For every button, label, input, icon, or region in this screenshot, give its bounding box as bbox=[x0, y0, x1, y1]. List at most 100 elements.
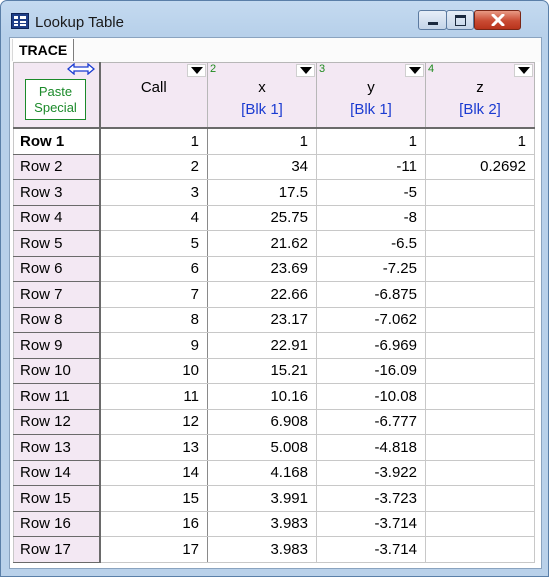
z-cell[interactable] bbox=[425, 485, 535, 512]
call-cell[interactable]: 3 bbox=[99, 179, 208, 206]
y-cell[interactable]: -4.818 bbox=[316, 434, 426, 461]
row-label[interactable]: Row 10 bbox=[13, 357, 101, 384]
z-cell[interactable] bbox=[425, 434, 535, 461]
x-cell[interactable]: 5.008 bbox=[207, 434, 317, 461]
x-cell[interactable]: 4.168 bbox=[207, 459, 317, 486]
x-cell[interactable]: 1 bbox=[207, 127, 317, 155]
y-cell[interactable]: -16.09 bbox=[316, 357, 426, 384]
row-label[interactable]: Row 11 bbox=[13, 383, 101, 410]
row-label[interactable]: Row 1 bbox=[13, 127, 101, 155]
y-cell[interactable]: -7.25 bbox=[316, 255, 426, 282]
y-cell[interactable]: -3.922 bbox=[316, 459, 426, 486]
row-label[interactable]: Row 6 bbox=[13, 255, 101, 282]
row-label[interactable]: Row 14 bbox=[13, 459, 101, 486]
z-cell[interactable] bbox=[425, 255, 535, 282]
call-cell[interactable]: 11 bbox=[99, 383, 208, 410]
y-cell[interactable]: -6.875 bbox=[316, 281, 426, 308]
table-app-icon[interactable] bbox=[11, 13, 29, 29]
title-bar[interactable]: Lookup Table bbox=[1, 1, 548, 37]
column-header-y[interactable]: 3 y [Blk 1] bbox=[316, 62, 426, 129]
z-cell[interactable] bbox=[425, 459, 535, 486]
y-cell[interactable]: -6.777 bbox=[316, 408, 426, 435]
z-cell[interactable]: 0.2692 bbox=[425, 153, 535, 180]
row-label[interactable]: Row 9 bbox=[13, 332, 101, 359]
x-cell[interactable]: 23.17 bbox=[207, 306, 317, 333]
y-cell[interactable]: -8 bbox=[316, 204, 426, 231]
close-button[interactable] bbox=[474, 10, 521, 30]
z-cell[interactable] bbox=[425, 408, 535, 435]
row-label[interactable]: Row 17 bbox=[13, 536, 101, 563]
x-cell[interactable]: 3.991 bbox=[207, 485, 317, 512]
row-label[interactable]: Row 15 bbox=[13, 485, 101, 512]
call-cell[interactable]: 9 bbox=[99, 332, 208, 359]
call-cell[interactable]: 10 bbox=[99, 357, 208, 384]
x-cell[interactable]: 17.5 bbox=[207, 179, 317, 206]
call-cell[interactable]: 4 bbox=[99, 204, 208, 231]
y-cell[interactable]: -6.5 bbox=[316, 230, 426, 257]
call-cell[interactable]: 7 bbox=[99, 281, 208, 308]
row-label[interactable]: Row 16 bbox=[13, 510, 101, 537]
row-label[interactable]: Row 4 bbox=[13, 204, 101, 231]
y-cell[interactable]: -10.08 bbox=[316, 383, 426, 410]
z-cell[interactable] bbox=[425, 357, 535, 384]
y-cell[interactable]: 1 bbox=[316, 127, 426, 155]
row-label[interactable]: Row 2 bbox=[13, 153, 101, 180]
x-cell[interactable]: 21.62 bbox=[207, 230, 317, 257]
y-cell[interactable]: -6.969 bbox=[316, 332, 426, 359]
x-cell[interactable]: 3.983 bbox=[207, 510, 317, 537]
call-cell[interactable]: 1 bbox=[99, 127, 208, 155]
call-cell[interactable]: 13 bbox=[99, 434, 208, 461]
z-cell[interactable] bbox=[425, 510, 535, 537]
z-cell[interactable] bbox=[425, 536, 535, 563]
call-cell[interactable]: 8 bbox=[99, 306, 208, 333]
z-cell[interactable] bbox=[425, 281, 535, 308]
x-cell[interactable]: 25.75 bbox=[207, 204, 317, 231]
x-cell[interactable]: 34 bbox=[207, 153, 317, 180]
z-cell[interactable] bbox=[425, 383, 535, 410]
double-arrow-icon[interactable] bbox=[66, 63, 95, 75]
chevron-down-icon[interactable] bbox=[405, 64, 424, 77]
call-cell[interactable]: 17 bbox=[99, 536, 208, 563]
z-cell[interactable] bbox=[425, 332, 535, 359]
z-cell[interactable] bbox=[425, 179, 535, 206]
maximize-button[interactable] bbox=[446, 10, 474, 30]
column-header-x[interactable]: 2 x [Blk 1] bbox=[207, 62, 317, 129]
z-cell[interactable] bbox=[425, 306, 535, 333]
call-cell[interactable]: 14 bbox=[99, 459, 208, 486]
z-cell[interactable] bbox=[425, 204, 535, 231]
call-cell[interactable]: 12 bbox=[99, 408, 208, 435]
y-cell[interactable]: -3.723 bbox=[316, 485, 426, 512]
call-cell[interactable]: 15 bbox=[99, 485, 208, 512]
x-cell[interactable]: 23.69 bbox=[207, 255, 317, 282]
column-header-z[interactable]: 4 z [Blk 2] bbox=[425, 62, 535, 129]
x-cell[interactable]: 10.16 bbox=[207, 383, 317, 410]
y-cell[interactable]: -5 bbox=[316, 179, 426, 206]
row-label[interactable]: Row 3 bbox=[13, 179, 101, 206]
call-cell[interactable]: 2 bbox=[99, 153, 208, 180]
column-header-call[interactable]: Call bbox=[99, 62, 208, 129]
x-cell[interactable]: 15.21 bbox=[207, 357, 317, 384]
chevron-down-icon[interactable] bbox=[514, 64, 533, 77]
y-cell[interactable]: -3.714 bbox=[316, 510, 426, 537]
row-label[interactable]: Row 5 bbox=[13, 230, 101, 257]
x-cell[interactable]: 22.91 bbox=[207, 332, 317, 359]
z-cell[interactable] bbox=[425, 230, 535, 257]
row-label[interactable]: Row 7 bbox=[13, 281, 101, 308]
row-label[interactable]: Row 13 bbox=[13, 434, 101, 461]
chevron-down-icon[interactable] bbox=[187, 64, 206, 77]
y-cell[interactable]: -11 bbox=[316, 153, 426, 180]
call-cell[interactable]: 5 bbox=[99, 230, 208, 257]
row-label[interactable]: Row 12 bbox=[13, 408, 101, 435]
paste-special-button[interactable]: Paste Special bbox=[25, 79, 86, 120]
x-cell[interactable]: 6.908 bbox=[207, 408, 317, 435]
minimize-button[interactable] bbox=[418, 10, 447, 30]
tab-trace[interactable]: TRACE bbox=[12, 39, 75, 61]
row-label[interactable]: Row 8 bbox=[13, 306, 101, 333]
call-cell[interactable]: 16 bbox=[99, 510, 208, 537]
call-cell[interactable]: 6 bbox=[99, 255, 208, 282]
x-cell[interactable]: 3.983 bbox=[207, 536, 317, 563]
chevron-down-icon[interactable] bbox=[296, 64, 315, 77]
z-cell[interactable]: 1 bbox=[425, 127, 535, 155]
x-cell[interactable]: 22.66 bbox=[207, 281, 317, 308]
y-cell[interactable]: -7.062 bbox=[316, 306, 426, 333]
